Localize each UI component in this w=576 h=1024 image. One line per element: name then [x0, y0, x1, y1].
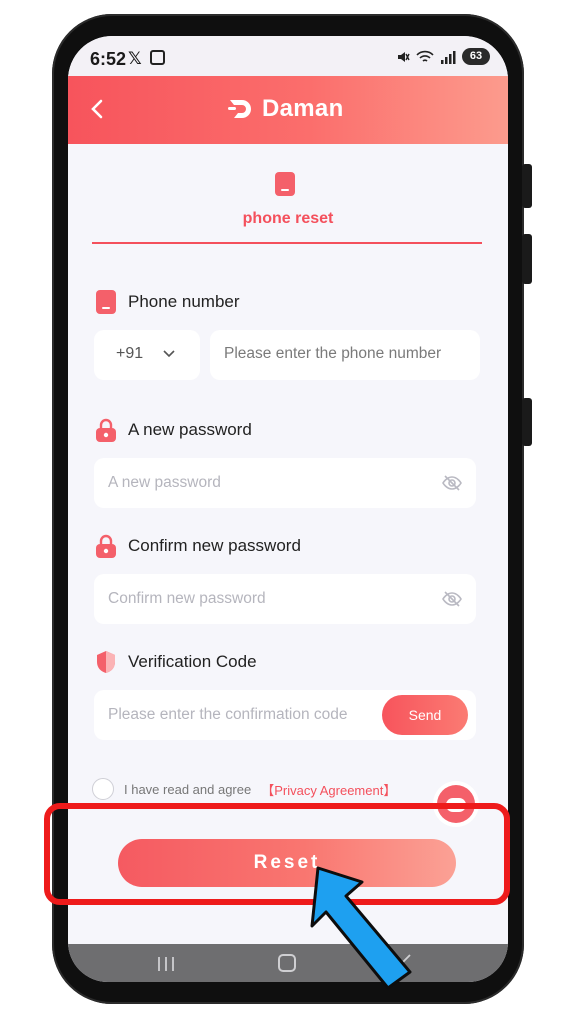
tab-label: phone reset: [242, 210, 334, 227]
tab-underline: [92, 242, 482, 244]
privacy-agreement-link[interactable]: 【Privacy Agreement】: [261, 780, 396, 799]
lock-icon: [96, 534, 116, 558]
recents-icon[interactable]: [156, 956, 176, 972]
new-password-placeholder: A new password: [108, 474, 221, 491]
side-button: [522, 398, 532, 446]
send-code-button[interactable]: Send: [382, 695, 468, 735]
eye-off-icon[interactable]: [442, 589, 462, 609]
status-time: 6:52: [90, 49, 127, 69]
phone-number-placeholder: Please enter the phone number: [224, 345, 442, 362]
new-password-input[interactable]: A new password: [94, 458, 476, 508]
verification-label: Verification Code: [128, 652, 257, 671]
confirm-password-placeholder: Confirm new password: [108, 590, 266, 607]
status-icons: 63: [396, 48, 490, 65]
new-password-label-row: A new password: [96, 418, 252, 442]
verification-label-row: Verification Code: [96, 650, 257, 674]
screenshot: 6:52 𝕏 63 Daman phone reset Phone number…: [0, 0, 576, 1024]
confirm-password-input[interactable]: Confirm new password: [94, 574, 476, 624]
phone-number-label-row: Phone number: [96, 290, 240, 314]
signal-icon: [441, 50, 456, 64]
logo-text: Daman: [262, 95, 344, 122]
agreement-row: I have read and agree 【Privacy Agreement…: [92, 778, 396, 800]
shield-icon: [97, 651, 115, 673]
chevron-left-icon[interactable]: [84, 94, 112, 124]
new-password-label: A new password: [128, 420, 252, 439]
screen-record-icon: [150, 50, 165, 65]
agree-text: I have read and agree: [124, 781, 252, 797]
daman-logo: Daman: [228, 92, 344, 126]
x-app-icon: 𝕏: [128, 49, 142, 68]
mute-icon: [398, 51, 410, 62]
battery-indicator: 63: [462, 48, 490, 65]
phone-number-input[interactable]: Please enter the phone number: [210, 330, 480, 380]
country-code-value: +91: [116, 345, 144, 362]
wifi-icon: [416, 50, 434, 62]
verification-code-input[interactable]: Please enter the confirmation code Send: [94, 690, 476, 740]
agree-checkbox[interactable]: [92, 778, 114, 800]
home-icon[interactable]: [278, 954, 296, 972]
confirm-password-label-row: Confirm new password: [96, 534, 301, 558]
chevron-down-icon: [163, 350, 175, 358]
verification-placeholder: Please enter the confirmation code: [108, 706, 348, 723]
country-code-select[interactable]: +91: [94, 330, 200, 380]
lock-icon: [96, 418, 116, 442]
eye-off-icon[interactable]: [442, 473, 462, 493]
tab-phone-reset[interactable]: phone reset: [68, 166, 508, 248]
annotation-highlight-box: [44, 803, 510, 905]
annotation-arrow-icon: [310, 866, 412, 990]
status-bar: 6:52 𝕏 63: [68, 36, 508, 76]
phone-number-label: Phone number: [128, 292, 240, 311]
phone-icon: [96, 290, 116, 314]
logo-mark-icon: [228, 100, 251, 118]
side-button: [522, 234, 532, 284]
app-header: Daman: [68, 76, 508, 144]
side-button: [522, 164, 532, 208]
system-nav-bar: [68, 944, 508, 982]
phone-icon: [275, 172, 295, 196]
confirm-password-label: Confirm new password: [128, 536, 301, 555]
